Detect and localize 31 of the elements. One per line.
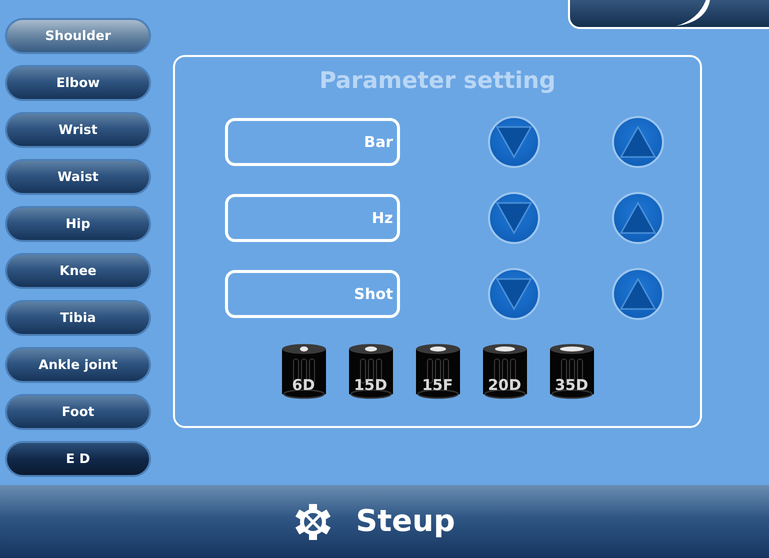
decrease-button[interactable] bbox=[488, 268, 540, 320]
setup-label: Steup bbox=[356, 504, 456, 539]
up-triangle-icon bbox=[619, 125, 657, 159]
cylinder-icon bbox=[280, 343, 328, 400]
up-triangle-icon bbox=[619, 201, 657, 235]
sidebar-button[interactable]: Foot bbox=[5, 394, 151, 430]
decrease-button[interactable] bbox=[488, 192, 540, 244]
cylinder-icon bbox=[548, 343, 596, 400]
sidebar-button[interactable]: Ankle joint bbox=[5, 347, 151, 383]
sidebar-button[interactable]: E D bbox=[5, 441, 151, 477]
transmitter-label[interactable]: 6D bbox=[292, 376, 315, 394]
settings-icon bbox=[294, 502, 332, 540]
cylinder-icon bbox=[480, 343, 528, 400]
sidebar-button[interactable]: Knee bbox=[5, 253, 151, 289]
sidebar-button[interactable]: Tibia bbox=[5, 300, 151, 336]
down-triangle-icon bbox=[495, 201, 533, 235]
sidebar-button[interactable]: Shoulder bbox=[5, 18, 151, 54]
cylinder-icon bbox=[346, 343, 394, 400]
increase-button[interactable] bbox=[612, 116, 664, 168]
down-triangle-icon bbox=[495, 277, 533, 311]
panel-title: Parameter setting bbox=[319, 68, 556, 94]
sidebar-button[interactable]: Elbow bbox=[5, 65, 151, 101]
up-triangle-icon bbox=[619, 277, 657, 311]
cylinder-icon bbox=[414, 343, 462, 400]
sidebar-button[interactable]: Wrist bbox=[5, 112, 151, 148]
down-triangle-icon bbox=[495, 125, 533, 159]
increase-button[interactable] bbox=[612, 268, 664, 320]
decrease-button[interactable] bbox=[488, 116, 540, 168]
sidebar-button[interactable]: Hip bbox=[5, 206, 151, 242]
sidebar-button[interactable]: Waist bbox=[5, 159, 151, 195]
increase-button[interactable] bbox=[612, 192, 664, 244]
